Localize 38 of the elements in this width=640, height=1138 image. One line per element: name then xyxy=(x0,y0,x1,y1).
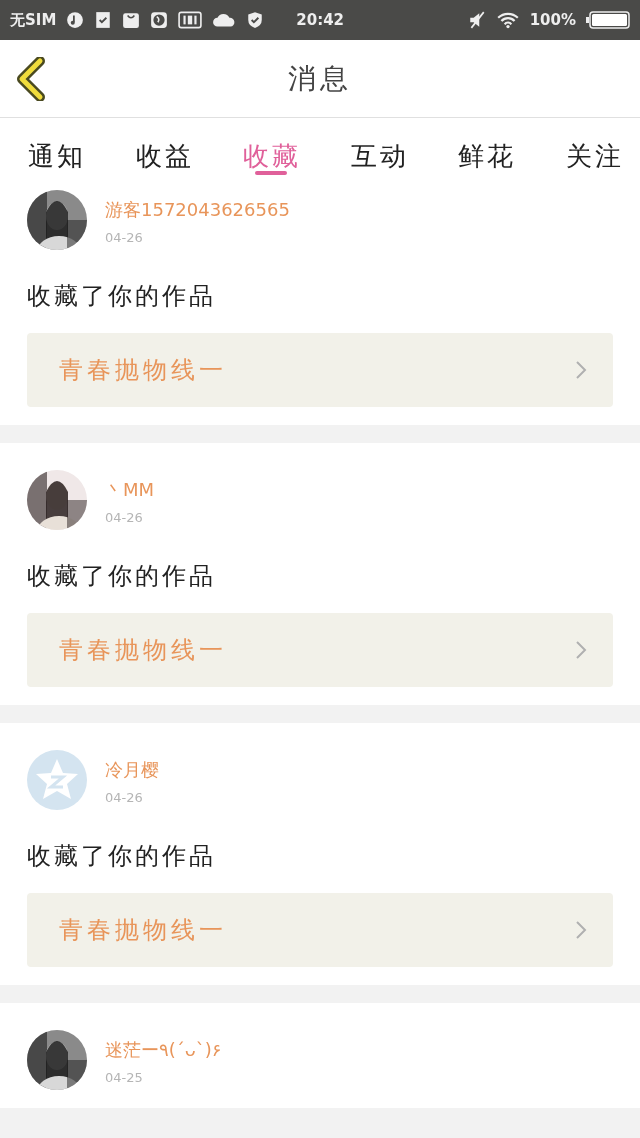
work-link[interactable]: 青春抛物线一 xyxy=(27,893,613,967)
battery-percent: 100% xyxy=(529,11,576,29)
user-name[interactable]: 丶MM xyxy=(105,478,155,502)
music-icon xyxy=(66,11,85,29)
clock: 20:42 xyxy=(296,11,345,29)
date-label: 04-26 xyxy=(105,790,144,805)
wifi-icon xyxy=(495,11,520,29)
message-text: 收藏了你的作品 xyxy=(27,841,217,872)
page-title: 消息 xyxy=(288,60,352,97)
user-name[interactable]: 冷月樱 xyxy=(105,758,159,782)
tab[interactable]: 收藏 xyxy=(243,118,302,185)
work-link[interactable]: 青春抛物线一 xyxy=(27,333,613,407)
carrier-label: 无SIM xyxy=(10,10,57,30)
work-link[interactable]: 青春抛物线一 xyxy=(27,613,613,687)
clipboard-icon xyxy=(94,11,113,29)
default-avatar-icon xyxy=(27,750,87,810)
mute-icon xyxy=(467,11,486,29)
battery-icon xyxy=(586,11,630,29)
date-label: 04-25 xyxy=(105,1070,144,1085)
message-text: 收藏了你的作品 xyxy=(27,561,217,592)
tab[interactable]: 鲜花 xyxy=(458,118,517,185)
back-icon[interactable] xyxy=(16,57,46,101)
user-name[interactable]: 游客1572043626565 xyxy=(105,198,290,222)
date-label: 04-26 xyxy=(105,230,144,245)
message-text: 收藏了你的作品 xyxy=(27,281,217,312)
chevron-right-icon xyxy=(575,920,587,940)
chevron-right-icon xyxy=(575,640,587,660)
bag-icon xyxy=(122,11,141,29)
tab[interactable]: 关注 xyxy=(565,118,624,185)
tab[interactable]: 通知 xyxy=(28,118,86,185)
tab[interactable]: 收益 xyxy=(135,118,194,185)
tab[interactable]: 互动 xyxy=(350,118,409,185)
date-label: 04-26 xyxy=(105,510,144,525)
chevron-right-icon xyxy=(575,360,587,380)
shield-icon xyxy=(246,11,265,29)
video-app-icon xyxy=(178,11,203,29)
user-name[interactable]: 迷茫ー٩(ˊᴗˋ)۶ xyxy=(105,1038,222,1062)
cloud-icon xyxy=(212,11,237,29)
